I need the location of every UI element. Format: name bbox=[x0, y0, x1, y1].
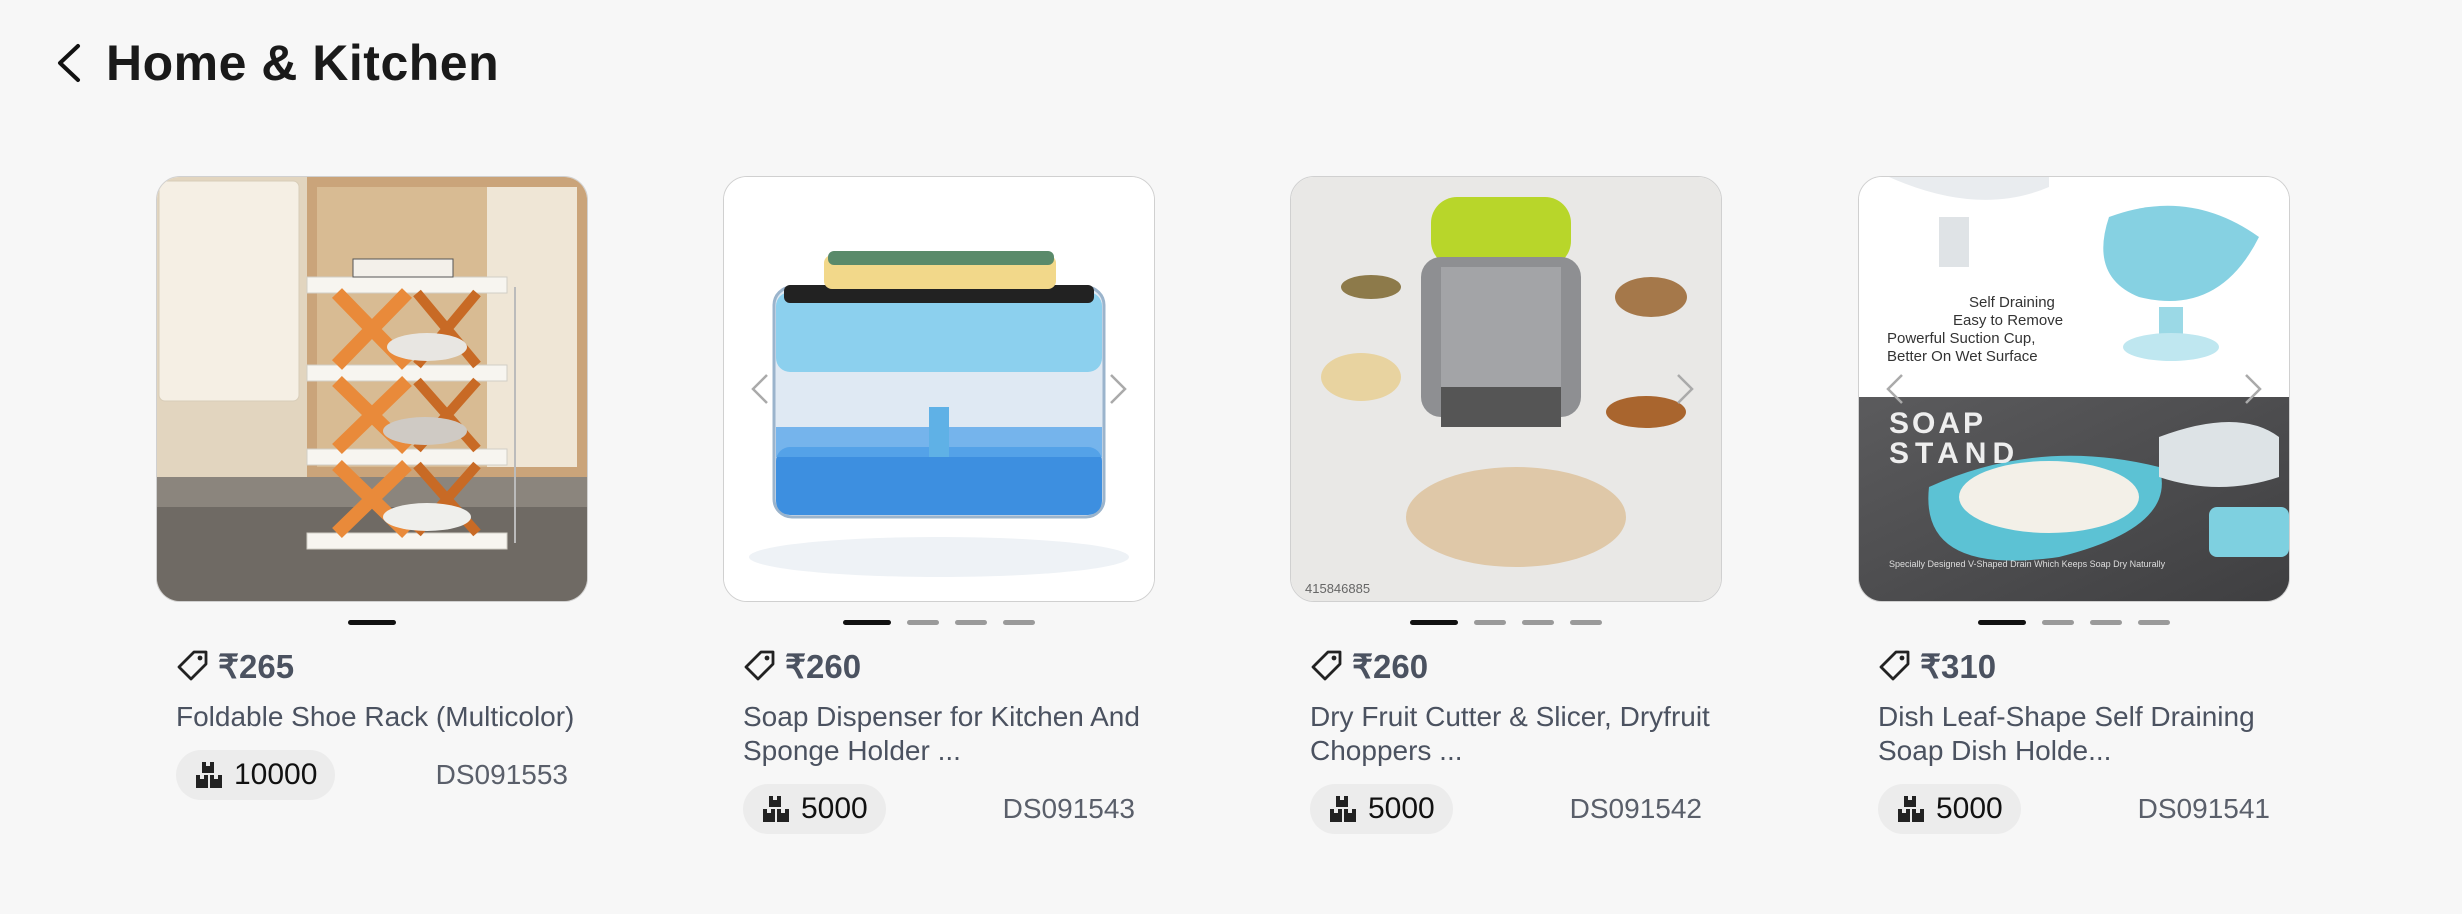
product-sku: DS091553 bbox=[435, 759, 568, 790]
soap-dish-image: Self Draining Easy to Remove Powerful Su… bbox=[1859, 177, 2289, 601]
product-price: ₹310 bbox=[1920, 647, 1997, 685]
chevron-right-icon bbox=[1677, 374, 1694, 404]
stock-badge: 5000 bbox=[1310, 784, 1453, 834]
stock-badge: 5000 bbox=[1878, 784, 2021, 834]
stock-quantity: 5000 bbox=[1936, 792, 2003, 825]
chevron-right-icon bbox=[2245, 374, 2262, 404]
soap-dispenser-image bbox=[724, 177, 1154, 601]
price-tag-icon bbox=[177, 650, 208, 681]
stock-badge: 10000 bbox=[176, 750, 336, 800]
product-card[interactable]: ₹265 Foldable Shoe Rack (Multicolor) 100… bbox=[156, 176, 588, 800]
carousel-dot[interactable] bbox=[2042, 619, 2074, 625]
carousel-dot[interactable] bbox=[1978, 619, 2026, 625]
carousel-dot[interactable] bbox=[2090, 619, 2122, 625]
product-name[interactable]: Foldable Shoe Rack (Multicolor) bbox=[176, 700, 576, 734]
product-image[interactable]: Self Draining Easy to Remove Powerful Su… bbox=[1858, 176, 2290, 602]
product-image[interactable]: 415846885 bbox=[1290, 176, 1722, 602]
prev-image-button[interactable] bbox=[746, 371, 774, 407]
page-header: Home & Kitchen bbox=[48, 30, 499, 96]
boxes-icon bbox=[1898, 796, 1924, 822]
boxes-icon bbox=[1330, 796, 1356, 822]
product-image[interactable] bbox=[156, 176, 588, 602]
boxes-icon bbox=[196, 762, 222, 788]
product-image[interactable] bbox=[723, 176, 1155, 602]
price-tag-icon bbox=[744, 650, 775, 681]
product-name[interactable]: Soap Dispenser for Kitchen And Sponge Ho… bbox=[743, 700, 1143, 768]
next-image-button[interactable] bbox=[2239, 371, 2267, 407]
image-watermark: 415846885 bbox=[1305, 581, 1370, 596]
prev-image-button[interactable] bbox=[1881, 371, 1909, 407]
image-callout: Powerful Suction Cup, bbox=[1887, 330, 2035, 347]
shoe-rack-image bbox=[157, 177, 587, 601]
stock-quantity: 5000 bbox=[1368, 792, 1435, 825]
carousel-dot[interactable] bbox=[1570, 619, 1602, 625]
carousel-dot[interactable] bbox=[907, 619, 939, 625]
price-row: ₹260 bbox=[743, 646, 1155, 686]
next-image-button[interactable] bbox=[1104, 371, 1132, 407]
chevron-right-icon bbox=[1110, 374, 1127, 404]
image-callout: Easy to Remove bbox=[1953, 312, 2063, 329]
price-row: ₹260 bbox=[1310, 646, 1722, 686]
stock-quantity: 10000 bbox=[234, 758, 318, 791]
carousel-dot[interactable] bbox=[1410, 619, 1458, 625]
product-price: ₹265 bbox=[218, 647, 295, 685]
product-sku: DS091541 bbox=[2137, 793, 2270, 824]
image-caption: Specially Designed V-Shaped Drain Which … bbox=[1889, 559, 2166, 569]
product-card[interactable]: Self Draining Easy to Remove Powerful Su… bbox=[1858, 176, 2290, 834]
product-meta: 5000 DS091542 bbox=[1310, 784, 1702, 834]
product-meta: 5000 DS091541 bbox=[1878, 784, 2270, 834]
image-callout: Self Draining bbox=[1969, 294, 2055, 311]
boxes-icon bbox=[763, 796, 789, 822]
product-price: ₹260 bbox=[785, 647, 862, 685]
image-carousel-dots bbox=[723, 608, 1155, 636]
product-name[interactable]: Dish Leaf-Shape Self Draining Soap Dish … bbox=[1878, 700, 2278, 768]
carousel-dot[interactable] bbox=[843, 619, 891, 625]
stock-quantity: 5000 bbox=[801, 792, 868, 825]
carousel-dot[interactable] bbox=[348, 619, 396, 625]
stock-badge: 5000 bbox=[743, 784, 886, 834]
product-name[interactable]: Dry Fruit Cutter & Slicer, Dryfruit Chop… bbox=[1310, 700, 1710, 768]
image-brand: STAND bbox=[1889, 437, 2020, 470]
carousel-dot[interactable] bbox=[955, 619, 987, 625]
image-callout: Better On Wet Surface bbox=[1887, 348, 2038, 365]
carousel-dot[interactable] bbox=[2138, 619, 2170, 625]
price-row: ₹265 bbox=[176, 646, 588, 686]
price-tag-icon bbox=[1311, 650, 1342, 681]
price-tag-icon bbox=[1879, 650, 1910, 681]
product-card[interactable]: 415846885 ₹260 Dry Fruit Cutter & Slicer… bbox=[1290, 176, 1722, 834]
product-sku: DS091542 bbox=[1569, 793, 1702, 824]
product-meta: 5000 DS091543 bbox=[743, 784, 1135, 834]
next-image-button[interactable] bbox=[1671, 371, 1699, 407]
product-price: ₹260 bbox=[1352, 647, 1429, 685]
carousel-dot[interactable] bbox=[1522, 619, 1554, 625]
product-sku: DS091543 bbox=[1002, 793, 1135, 824]
chevron-left-icon bbox=[58, 44, 80, 82]
back-button[interactable] bbox=[48, 30, 88, 96]
carousel-dot[interactable] bbox=[1474, 619, 1506, 625]
dry-fruit-cutter-image: 415846885 bbox=[1291, 177, 1721, 601]
price-row: ₹310 bbox=[1878, 646, 2290, 686]
carousel-dot[interactable] bbox=[1003, 619, 1035, 625]
image-carousel-dots bbox=[1858, 608, 2290, 636]
image-brand: SOAP bbox=[1889, 407, 1986, 440]
product-card[interactable]: ₹260 Soap Dispenser for Kitchen And Spon… bbox=[723, 176, 1155, 834]
product-meta: 10000 DS091553 bbox=[176, 750, 568, 800]
chevron-left-icon bbox=[751, 374, 768, 404]
chevron-left-icon bbox=[1886, 374, 1903, 404]
image-carousel-dots bbox=[156, 608, 588, 636]
page-title: Home & Kitchen bbox=[106, 35, 500, 91]
image-carousel-dots bbox=[1290, 608, 1722, 636]
